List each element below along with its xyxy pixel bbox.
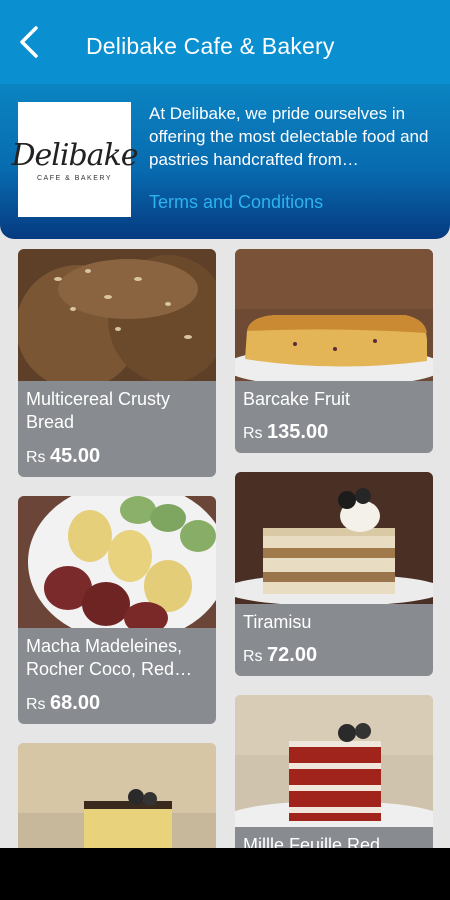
back-arrow-icon[interactable] [14,26,46,58]
page-title: Delibake Cafe & Bakery [86,33,335,59]
product-name: Macha Madeleines, Rocher Coco, Red… [26,636,193,679]
product-name: Barcake Fruit [243,389,351,409]
product-image-tiramisu [235,472,433,604]
product-price: Rs 68.00 [26,692,101,714]
product-name: Tiramisu [243,612,312,632]
product-card[interactable]: Tiramisu Rs 72.00 [235,472,433,676]
store-logo: Delibake CAFE & BAKERY [11,102,139,217]
app-bar: Delibake Cafe & Bakery [0,0,450,84]
product-image-red-velvet [235,695,433,827]
product-card[interactable]: Multicereal Crusty Bread Rs 45.00 [18,249,216,477]
product-name: Multicereal Crusty Bread [26,389,171,432]
product-card[interactable]: Barcake Fruit Rs 135.00 [235,249,433,453]
product-price: Rs 135.00 [243,421,329,443]
product-price: Rs 45.00 [26,445,101,467]
product-image-madeleines [18,496,216,628]
store-description[interactable]: At Delibake, we pride ourselves in offer… [149,102,437,171]
product-card[interactable]: Macha Madeleines, Rocher Coco, Red… Rs 6… [18,496,216,724]
product-image-bread [18,249,216,381]
system-navigation-bar [0,848,450,900]
store-info-panel: Delibake CAFE & BAKERY At Delibake, we p… [0,84,450,239]
terms-link[interactable]: Terms and Conditions [149,192,323,213]
product-image-barcake [235,249,433,381]
product-price: Rs 72.00 [243,644,318,666]
